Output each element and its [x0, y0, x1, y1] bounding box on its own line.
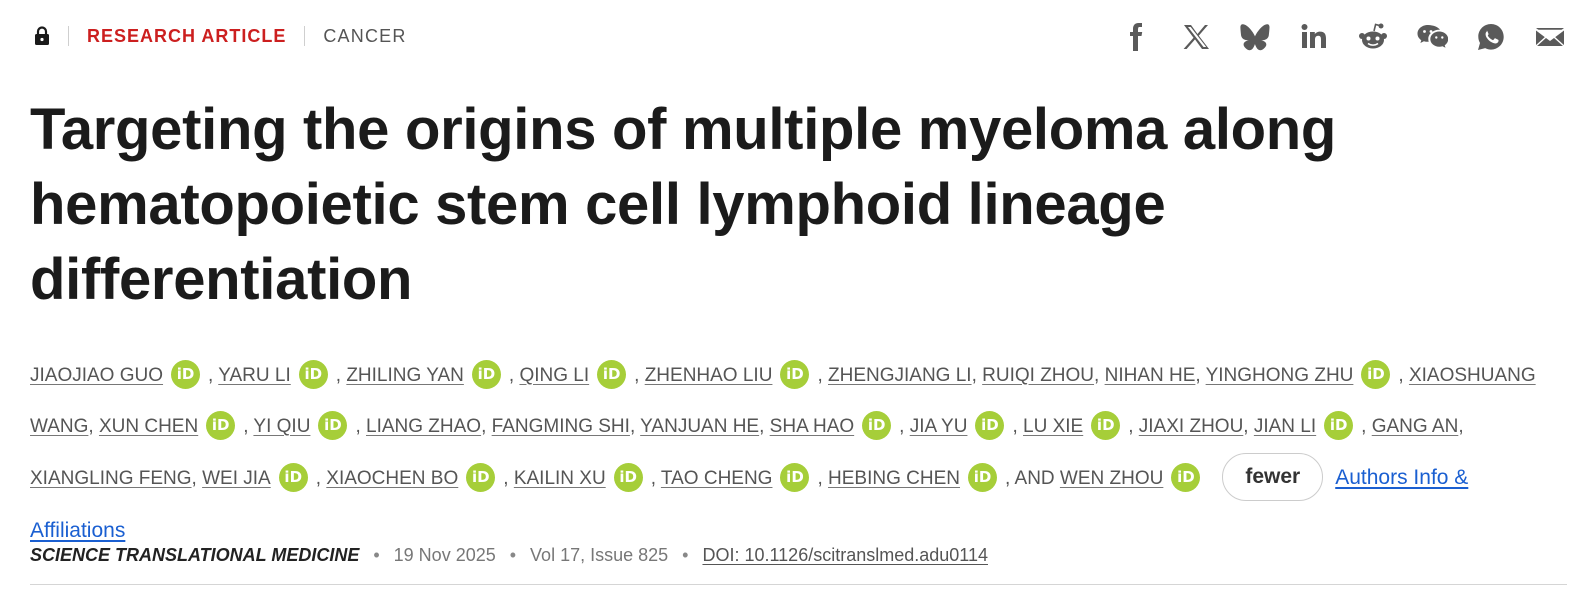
doi-link[interactable]: DOI: 10.1126/scitranslmed.adu0114: [702, 545, 988, 566]
whatsapp-icon[interactable]: [1474, 20, 1508, 54]
orcid-icon[interactable]: iD: [613, 462, 643, 492]
author-link[interactable]: LIANG ZHAO: [366, 416, 481, 437]
fewer-authors-button[interactable]: fewer: [1222, 452, 1324, 501]
article-header: RESEARCH ARTICLE CANCER Targeting the or…: [0, 0, 1577, 591]
author-link[interactable]: JIAXI ZHOU: [1139, 416, 1244, 437]
article-topbar: RESEARCH ARTICLE CANCER: [30, 20, 407, 52]
share-toolbar: [1095, 20, 1567, 54]
author-link[interactable]: JIA YU: [910, 416, 968, 437]
publication-meta: SCIENCE TRANSLATIONAL MEDICINE • 19 Nov …: [30, 545, 1550, 566]
author-link[interactable]: HEBING CHEN: [828, 468, 960, 489]
linkedin-icon[interactable]: [1297, 20, 1331, 54]
orcid-icon[interactable]: iD: [471, 359, 501, 389]
publication-date: 19 Nov 2025: [393, 545, 496, 565]
x-twitter-icon[interactable]: [1179, 20, 1213, 54]
author-link[interactable]: ZHILING YAN: [346, 365, 464, 386]
orcid-icon[interactable]: iD: [975, 410, 1005, 440]
meta-separator: •: [682, 545, 689, 565]
wechat-icon[interactable]: [1415, 20, 1449, 54]
article-subject[interactable]: CANCER: [323, 26, 406, 47]
author-link[interactable]: WEI JIA: [202, 468, 271, 489]
author-link[interactable]: XIAOCHEN BO: [326, 468, 458, 489]
orcid-icon[interactable]: iD: [318, 410, 348, 440]
volume-issue[interactable]: Vol 17, Issue 825: [530, 545, 668, 566]
and-word: AND: [1014, 468, 1055, 489]
author-link[interactable]: WEN ZHOU: [1060, 468, 1163, 489]
author-link[interactable]: YANJUAN HE: [640, 416, 759, 437]
divider: [68, 26, 69, 46]
reddit-icon[interactable]: [1356, 20, 1390, 54]
author-link[interactable]: YINGHONG ZHU: [1206, 365, 1354, 386]
orcid-icon[interactable]: iD: [862, 410, 892, 440]
author-link[interactable]: RUIQI ZHOU: [982, 365, 1094, 386]
orcid-icon[interactable]: iD: [278, 462, 308, 492]
orcid-icon[interactable]: iD: [780, 462, 810, 492]
orcid-icon[interactable]: iD: [597, 359, 627, 389]
bluesky-icon[interactable]: [1238, 20, 1272, 54]
journal-name[interactable]: SCIENCE TRANSLATIONAL MEDICINE: [30, 545, 359, 566]
orcid-icon[interactable]: iD: [1324, 410, 1354, 440]
orcid-icon[interactable]: iD: [968, 462, 997, 492]
author-link[interactable]: SHA HAO: [770, 416, 854, 437]
author-link[interactable]: QING LI: [519, 365, 589, 386]
article-title: Targeting the origins of multiple myelom…: [30, 97, 1337, 312]
divider: [304, 26, 306, 46]
orcid-icon[interactable]: iD: [298, 359, 328, 389]
author-link[interactable]: ZHENHAO LIU: [645, 365, 773, 386]
meta-separator: •: [373, 545, 380, 565]
orcid-icon[interactable]: iD: [780, 359, 810, 389]
author-link[interactable]: ZHENGJIANG LI: [828, 365, 972, 386]
author-link[interactable]: YI QIU: [253, 416, 310, 437]
orcid-icon[interactable]: iD: [1091, 410, 1121, 440]
author-list: JIAOJIAO GUO iD, YARU LI iD, ZHILING YAN iD…: [30, 350, 1550, 557]
divider: [30, 584, 1567, 585]
lock-icon: [35, 26, 49, 45]
author-link[interactable]: JIAOJIAO GUO: [30, 365, 163, 386]
author-link[interactable]: LU XIE: [1023, 416, 1083, 437]
meta-separator: •: [509, 545, 517, 565]
orcid-icon[interactable]: iD: [206, 410, 236, 440]
author-link[interactable]: JIAN LI: [1254, 416, 1316, 437]
author-link[interactable]: NIHAN HE: [1105, 365, 1196, 386]
email-icon[interactable]: [1533, 20, 1567, 54]
author-link[interactable]: FANGMING SHI: [492, 416, 630, 437]
author-link[interactable]: TAO CHENG: [661, 468, 773, 489]
orcid-icon[interactable]: iD: [171, 359, 201, 389]
orcid-icon[interactable]: iD: [1171, 462, 1201, 492]
facebook-icon[interactable]: [1120, 20, 1154, 54]
orcid-icon[interactable]: iD: [466, 462, 496, 492]
author-link[interactable]: YARU LI: [218, 365, 291, 386]
orcid-icon[interactable]: iD: [1361, 359, 1391, 389]
author-link[interactable]: XUN CHEN: [99, 416, 198, 437]
author-link[interactable]: KAILIN XU: [514, 468, 606, 489]
author-link[interactable]: GANG AN: [1372, 416, 1459, 437]
article-type[interactable]: RESEARCH ARTICLE: [87, 26, 286, 47]
author-link[interactable]: XIANGLING FENG: [30, 468, 192, 489]
